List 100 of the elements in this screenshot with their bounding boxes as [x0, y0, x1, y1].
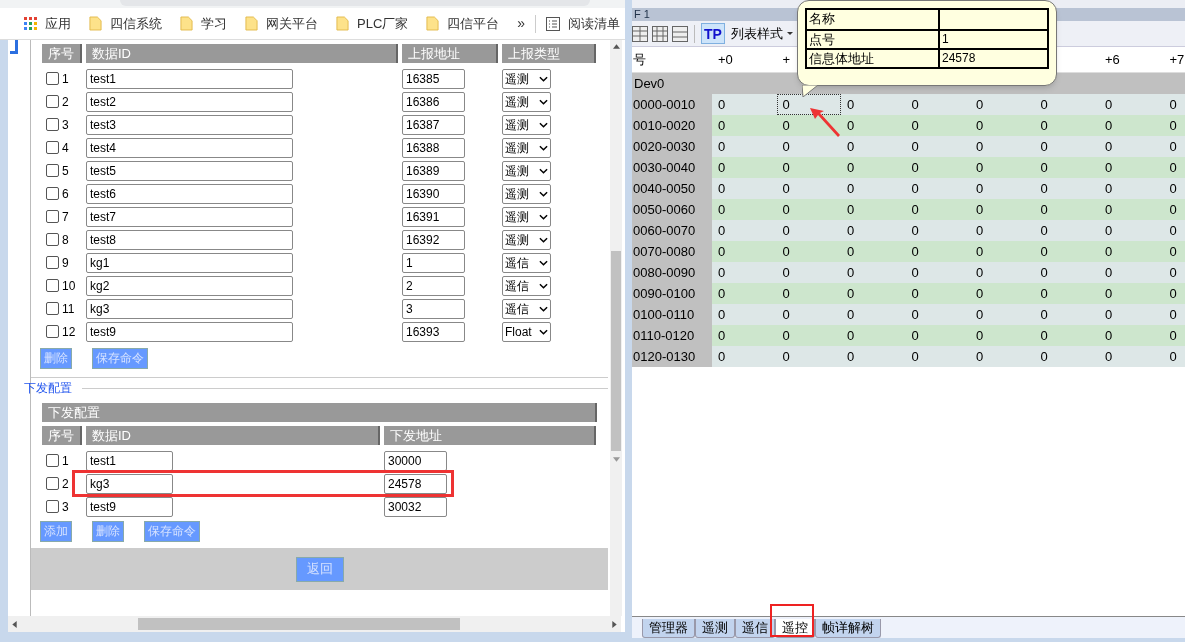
table-cell[interactable]: 0 — [1163, 325, 1185, 346]
checkbox[interactable] — [46, 164, 59, 177]
table-cell[interactable]: 0 — [970, 178, 1035, 199]
data-id-field[interactable]: kg1 — [86, 252, 293, 273]
table-cell[interactable]: 0 — [841, 220, 906, 241]
address-field[interactable]: 24578 — [384, 473, 447, 494]
table-cell[interactable]: 0 — [712, 220, 777, 241]
reading-list-button[interactable]: 阅读清单 — [546, 13, 621, 34]
data-id-field[interactable]: test2 — [86, 91, 293, 112]
table-cell[interactable]: 0 — [905, 346, 970, 367]
table-cell[interactable]: 0 — [712, 178, 777, 199]
type-select[interactable]: Float — [502, 321, 551, 342]
table-cell[interactable]: 0 — [712, 136, 777, 157]
table-cell[interactable]: 0 — [1034, 157, 1099, 178]
checkbox[interactable] — [46, 210, 59, 223]
address-field[interactable]: 16388 — [402, 137, 465, 158]
grid-layout-icon[interactable] — [672, 25, 688, 42]
tab[interactable]: 遥信 — [735, 619, 775, 638]
data-id-field[interactable]: test1 — [86, 68, 293, 89]
table-cell[interactable]: 0 — [1163, 115, 1185, 136]
table-cell[interactable]: 0 — [1163, 262, 1185, 283]
table-cell[interactable]: 0 — [970, 157, 1035, 178]
table-cell[interactable]: 0 — [1034, 94, 1099, 115]
table-cell[interactable]: 0 — [1163, 136, 1185, 157]
table-cell[interactable]: 0 — [970, 325, 1035, 346]
tab[interactable]: 管理器 — [642, 619, 695, 638]
data-id-field[interactable]: test9 — [86, 496, 173, 517]
type-select[interactable]: 遥测 — [502, 206, 551, 227]
address-field[interactable]: 16390 — [402, 183, 465, 204]
type-select[interactable]: 遥测 — [502, 137, 551, 158]
table-cell[interactable]: 0 — [1163, 157, 1185, 178]
table-cell[interactable]: 0 — [1034, 283, 1099, 304]
table-cell[interactable]: 0 — [841, 304, 906, 325]
table-cell[interactable]: 0 — [970, 283, 1035, 304]
table-cell[interactable]: 0 — [1099, 136, 1164, 157]
table-cell[interactable]: 0 — [1099, 262, 1164, 283]
data-id-field[interactable]: test4 — [86, 137, 293, 158]
table-cell[interactable]: 0 — [970, 136, 1035, 157]
bookmark-item[interactable]: PLC厂家 — [336, 13, 409, 34]
table-cell[interactable]: 0 — [841, 136, 906, 157]
address-field[interactable]: 16389 — [402, 160, 465, 181]
address-field[interactable]: 16392 — [402, 229, 465, 250]
table-cell[interactable]: 0 — [841, 94, 906, 115]
table-cell[interactable]: 0 — [841, 325, 906, 346]
table-cell[interactable]: 0 — [970, 115, 1035, 136]
table-cell[interactable]: 0 — [905, 94, 970, 115]
table-cell[interactable]: 0 — [905, 115, 970, 136]
table-cell[interactable]: 0 — [1034, 241, 1099, 262]
table-cell[interactable]: 0 — [1163, 94, 1185, 115]
table-cell[interactable]: 0 — [776, 304, 841, 325]
table-cell[interactable]: 0 — [905, 241, 970, 262]
vertical-scrollbar[interactable] — [610, 40, 622, 616]
bookmarks-overflow-button[interactable]: » — [517, 13, 526, 34]
address-field[interactable]: 16387 — [402, 114, 465, 135]
table-cell[interactable]: 0 — [905, 304, 970, 325]
bookmark-item[interactable]: 四信系统 — [89, 13, 162, 34]
table-cell[interactable]: 0 — [1034, 346, 1099, 367]
address-field[interactable]: 30000 — [384, 450, 447, 471]
table-cell[interactable]: 0 — [841, 241, 906, 262]
table-cell[interactable]: 0 — [776, 325, 841, 346]
table-cell[interactable]: 0 — [1034, 136, 1099, 157]
address-field[interactable]: 16385 — [402, 68, 465, 89]
horizontal-scrollbar[interactable] — [8, 616, 621, 632]
table-cell[interactable]: 0 — [841, 283, 906, 304]
table-cell[interactable]: 0 — [905, 220, 970, 241]
type-select[interactable]: 遥测 — [502, 229, 551, 250]
checkbox[interactable] — [46, 325, 59, 338]
checkbox[interactable] — [46, 72, 59, 85]
data-id-field[interactable]: kg2 — [86, 275, 293, 296]
data-id-field[interactable]: test1 — [86, 450, 173, 471]
type-select[interactable]: 遥信 — [502, 275, 551, 296]
table-cell[interactable]: 0 — [970, 241, 1035, 262]
address-field[interactable]: 30032 — [384, 496, 447, 517]
table-cell[interactable]: 0 — [1163, 304, 1185, 325]
table-cell[interactable]: 0 — [712, 115, 777, 136]
data-id-field[interactable]: test9 — [86, 321, 293, 342]
data-id-field[interactable]: kg3 — [86, 298, 293, 319]
checkbox[interactable] — [46, 141, 59, 154]
checkbox[interactable] — [46, 187, 59, 200]
bookmark-item[interactable]: 学习 — [180, 13, 227, 34]
table-cell[interactable]: 0 — [712, 283, 777, 304]
table-cell[interactable]: 0 — [905, 325, 970, 346]
table-cell[interactable]: 0 — [905, 136, 970, 157]
type-select[interactable]: 遥测 — [502, 183, 551, 204]
table-cell[interactable]: 0 — [776, 241, 841, 262]
grid-layout-icon[interactable] — [632, 25, 648, 42]
table-cell[interactable]: 0 — [1034, 178, 1099, 199]
data-id-field[interactable]: test5 — [86, 160, 293, 181]
address-field[interactable]: 16391 — [402, 206, 465, 227]
table-cell[interactable]: 0 — [905, 178, 970, 199]
table-cell[interactable]: 0 — [905, 199, 970, 220]
bookmark-item[interactable]: 四信平台 — [426, 13, 500, 34]
address-field[interactable]: 16386 — [402, 91, 465, 112]
checkbox[interactable] — [46, 256, 59, 269]
table-cell[interactable]: 0 — [1034, 220, 1099, 241]
table-cell[interactable]: 0 — [1034, 325, 1099, 346]
bookmark-item[interactable]: 网关平台 — [245, 13, 318, 34]
table-cell[interactable]: 0 — [776, 220, 841, 241]
table-cell[interactable]: 0 — [970, 199, 1035, 220]
data-id-field[interactable]: test3 — [86, 114, 293, 135]
